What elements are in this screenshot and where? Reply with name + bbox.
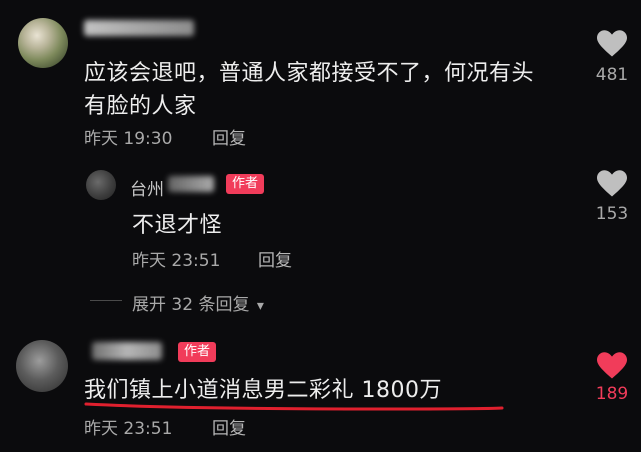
reply-button[interactable]: 回复 [212,124,246,149]
like-count: 153 [595,204,629,224]
reply-time: 昨天 23:51 [132,251,221,271]
author-badge: 作者 [178,342,217,362]
reply-text: 不退才怪 [132,213,223,238]
avatar[interactable] [16,340,68,392]
heart-icon[interactable] [597,30,627,58]
avatar[interactable] [86,170,116,200]
username-blurred[interactable] [92,342,162,360]
heart-filled-icon[interactable] [597,352,627,380]
author-comment-time: 昨天 23:51 [84,419,173,439]
username-blurred[interactable] [84,20,194,36]
like-count: 481 [595,65,629,85]
comment-text-line1: 应该会退吧，普通人家都接受不了，何况有头 [84,61,535,86]
heart-icon[interactable] [597,170,627,198]
comment-text-line2: 有脸的人家 [84,94,197,119]
red-underline-annotation [84,402,504,411]
reply-button[interactable]: 回复 [212,414,246,439]
chevron-down-icon: ▾ [256,298,264,314]
reply-username[interactable]: 台州 [130,175,164,200]
comment-time: 昨天 19:30 [84,129,173,149]
reply-button[interactable]: 回复 [258,246,292,271]
avatar[interactable] [18,18,68,68]
like-count: 189 [595,384,629,404]
expand-replies-label: 展开 32 条回复 [132,295,250,315]
author-badge: 作者 [226,174,265,194]
comment-section: 应该会退吧，普通人家都接受不了，何况有头 有脸的人家 昨天 19:30 回复 4… [0,0,641,452]
divider [90,300,122,301]
expand-replies-button[interactable]: 展开 32 条回复 ▾ [132,290,264,315]
username-blurred [168,176,214,192]
